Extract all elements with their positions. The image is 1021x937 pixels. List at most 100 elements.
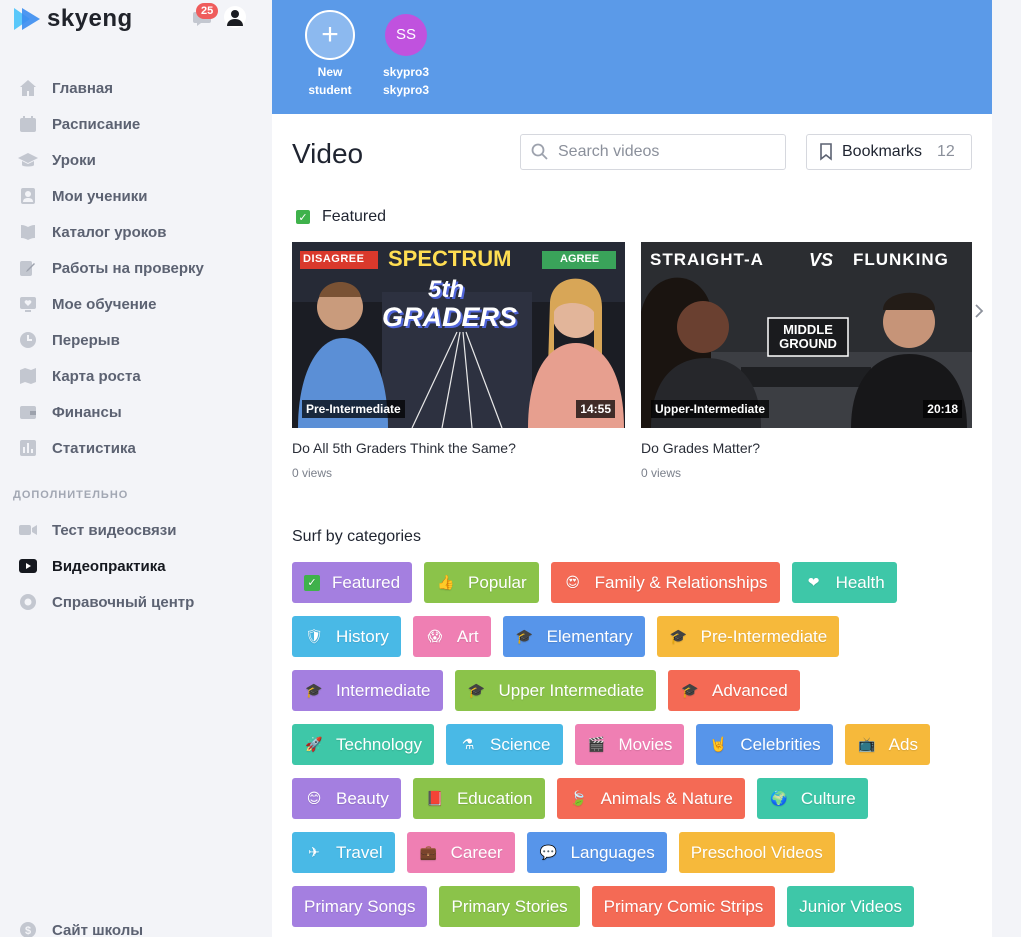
bar-chart-icon (18, 438, 38, 458)
category-chip-languages[interactable]: 💬 Languages (526, 832, 667, 873)
category-chip-beauty[interactable]: 😊 Beauty (292, 778, 401, 819)
nav-item-lesson-catalog[interactable]: Каталог уроков (0, 214, 272, 250)
category-chip-featured[interactable]: ✓ Featured (292, 562, 413, 603)
category-row: ✓ Featured 👍 Popular 😍 Family & Relationships… (292, 562, 972, 603)
category-chip-health[interactable]: ❤ Health (791, 562, 897, 603)
nav-item-my-learning[interactable]: Мое обучение (0, 286, 272, 322)
footer-nav: $ Сайт школы (0, 912, 272, 937)
category-label: Languages (570, 842, 655, 862)
featured-label: Featured (322, 208, 387, 225)
category-chip-upper-intermediate[interactable]: 🎓 Upper Intermediate (454, 670, 657, 711)
category-label: Animals & Nature (600, 788, 733, 808)
thumb-box-line2: GROUND (779, 336, 837, 351)
nav-item-label: Перерыв (52, 331, 120, 349)
category-label: Ads (888, 734, 918, 754)
category-chip-celebrities[interactable]: 🤘 Celebrities (696, 724, 833, 765)
video-title[interactable]: Do All 5th Graders Think the Same? (292, 440, 625, 456)
video-thumbnail[interactable]: DISAGREE SPECTRUM AGREE 5th GRADERS Pre-… (292, 242, 625, 428)
nav-item-growth-map[interactable]: Карта роста (0, 358, 272, 394)
category-chip-elementary[interactable]: 🎓 Elementary (502, 616, 645, 657)
student-skypro3[interactable]: SS skypro3 skypro3 (366, 10, 446, 99)
category-row: 😊 Beauty 📕 Education 🍃 Animals & Nature 🌍 Cultu… (292, 778, 972, 819)
category-chip-history[interactable]: 🛡 History (292, 616, 401, 657)
category-chip-culture[interactable]: 🌍 Culture (756, 778, 868, 819)
thumb-tag-right: AGREE (560, 253, 600, 265)
category-chip-preschool-videos[interactable]: Preschool Videos (678, 832, 835, 873)
video-card[interactable]: DISAGREE SPECTRUM AGREE 5th GRADERS Pre-… (292, 242, 625, 480)
profile-avatar[interactable] (224, 6, 246, 28)
brand-logo[interactable]: skyeng (14, 5, 133, 32)
bookmark-icon (820, 143, 832, 161)
grad-cap-icon: 🎓 (305, 682, 323, 698)
category-chip-junior-videos[interactable]: Junior Videos (787, 886, 914, 927)
nav-item-help-center[interactable]: Справочный центр (0, 584, 272, 620)
nav-item-my-students[interactable]: Мои ученики (0, 178, 272, 214)
category-chip-primary-stories[interactable]: Primary Stories (439, 886, 580, 927)
category-chip-animals-nature[interactable]: 🍃 Animals & Nature (556, 778, 745, 819)
category-chip-technology[interactable]: 🚀 Technology (292, 724, 435, 765)
nav-item-finance[interactable]: Финансы (0, 394, 272, 430)
nav-item-schedule[interactable]: Расписание (0, 106, 272, 142)
nav-item-video-test[interactable]: Тест видеосвязи (0, 512, 272, 548)
video-thumbnail[interactable]: STRAIGHT-A VS FLUNKING MIDDLE GROUND Upp… (641, 242, 972, 428)
category-label: Junior Videos (799, 896, 902, 916)
nav-item-video-practice[interactable]: Видеопрактика (0, 548, 272, 584)
new-student-button[interactable]: + New student (290, 10, 370, 99)
search-input[interactable] (558, 143, 768, 161)
thumb-headline: SPECTRUM (388, 246, 512, 271)
video-card[interactable]: STRAIGHT-A VS FLUNKING MIDDLE GROUND Upp… (641, 242, 972, 480)
category-chip-art[interactable]: 😱 Art (412, 616, 491, 657)
main-content: Video Bookmarks 12 ✓ Featured (272, 114, 992, 937)
students-icon (18, 186, 38, 206)
nav-item-label: Каталог уроков (52, 223, 167, 241)
category-label: Upper Intermediate (498, 680, 645, 700)
category-chip-science[interactable]: ⚗ Science (446, 724, 563, 765)
category-chip-movies[interactable]: 🎬 Movies (574, 724, 685, 765)
category-chip-primary-songs[interactable]: Primary Songs (292, 886, 428, 927)
category-chip-primary-comic-strips[interactable]: Primary Comic Strips (591, 886, 776, 927)
thumb-box-line1: MIDDLE (783, 322, 833, 337)
category-label: Popular (468, 572, 527, 592)
level-badge: Pre-Intermediate (302, 400, 405, 418)
category-chip-advanced[interactable]: 🎓 Advanced (668, 670, 800, 711)
category-label: Primary Stories (451, 896, 568, 916)
video-camera-icon (18, 520, 38, 540)
category-label: Beauty (336, 788, 389, 808)
category-chip-education[interactable]: 📕 Education (412, 778, 545, 819)
category-chip-ads[interactable]: 📺 Ads (844, 724, 930, 765)
wallet-icon (18, 402, 38, 422)
nav-item-lessons[interactable]: Уроки (0, 142, 272, 178)
nav-item-works-to-review[interactable]: Работы на проверку (0, 250, 272, 286)
nav-item-label: Мои ученики (52, 187, 148, 205)
category-chip-travel[interactable]: ✈ Travel (292, 832, 395, 873)
globe-icon: 🌍 (770, 790, 788, 806)
search-box[interactable] (520, 134, 786, 170)
nav-item-statistics[interactable]: Статистика (0, 430, 272, 466)
nav-item-label: Справочный центр (52, 593, 195, 611)
category-label: Intermediate (336, 680, 431, 700)
edit-icon (18, 258, 38, 278)
video-title[interactable]: Do Grades Matter? (641, 440, 972, 456)
category-chip-popular[interactable]: 👍 Popular (424, 562, 539, 603)
play-icon (18, 556, 38, 576)
bookmarks-button[interactable]: Bookmarks 12 (806, 134, 972, 170)
category-chip-pre-intermediate[interactable]: 🎓 Pre-Intermediate (656, 616, 840, 657)
plus-icon: + (305, 10, 355, 60)
category-row: 🎓 Intermediate 🎓 Upper Intermediate 🎓 Advance… (292, 670, 972, 711)
students-bar: + New student SS skypro3 skypro3 (272, 0, 992, 114)
nav-item-home[interactable]: Главная (0, 70, 272, 106)
carousel-next-button[interactable] (974, 302, 984, 325)
category-chip-family-relationships[interactable]: 😍 Family & Relationships (550, 562, 780, 603)
student-name-line1: skypro3 (382, 65, 430, 79)
scream-face-icon: 😱 (427, 628, 443, 644)
nav-item-break[interactable]: Перерыв (0, 322, 272, 358)
thumb-headline-a: STRAIGHT-A (650, 250, 764, 269)
nav-item-school-site[interactable]: $ Сайт школы (0, 912, 272, 937)
category-label: Preschool Videos (690, 842, 823, 862)
main-nav: Главная Расписание Уроки Мои ученики Кат… (0, 70, 272, 466)
scrollbar-track[interactable] (992, 0, 1021, 937)
messages-button[interactable]: 25 (192, 3, 219, 28)
category-label: Primary Comic Strips (603, 896, 764, 916)
category-chip-intermediate[interactable]: 🎓 Intermediate (292, 670, 443, 711)
category-chip-career[interactable]: 💼 Career (406, 832, 515, 873)
